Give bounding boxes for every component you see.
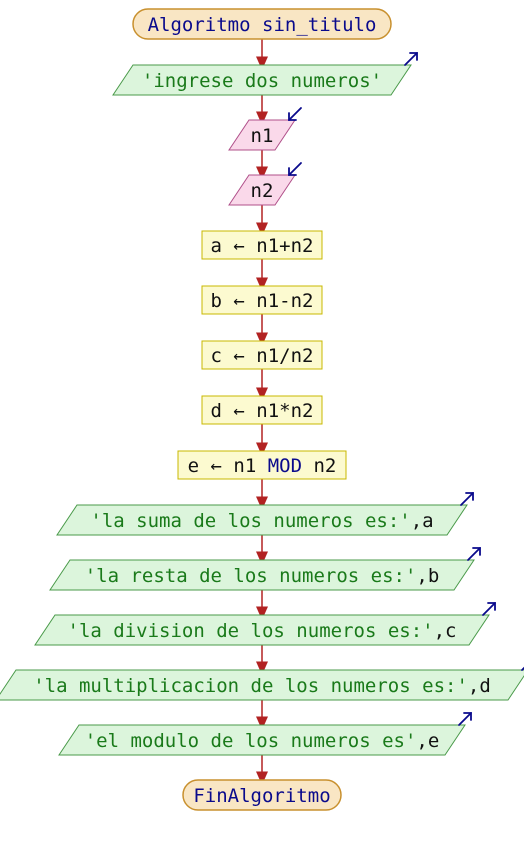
node-label: Algoritmo sin_titulo [148, 14, 377, 36]
node-out3: 'la resta de los numeros es:',b [49, 547, 481, 591]
node-group: Algoritmo sin_titulo 'ingrese dos numeros… [0, 8, 524, 811]
label-segment: d ← n1*n2 [211, 400, 314, 422]
label-segment: MOD [268, 455, 302, 477]
label-segment: 'la multiplicacion de los numeros es:' [33, 675, 468, 697]
node-label: a ← n1+n2 [211, 235, 314, 257]
label-segment: 'la resta de los numeros es:' [85, 565, 417, 587]
node-out2: 'la suma de los numeros es:',a [56, 492, 474, 536]
node-in1: n1 [228, 107, 302, 151]
label-segment: b ← n1-n2 [211, 290, 314, 312]
label-segment: 'la suma de los numeros es:' [90, 510, 410, 532]
flowchart: Algoritmo sin_titulo 'ingrese dos numeros… [0, 8, 524, 811]
node-end: FinAlgoritmo [182, 779, 342, 811]
node-p2: b ← n1-n2 [201, 285, 323, 315]
node-out1: 'ingrese dos numeros' [112, 52, 418, 96]
label-segment: 'la division de los numeros es:' [68, 620, 434, 642]
label-segment: a ← n1+n2 [211, 235, 314, 257]
label-segment: FinAlgoritmo [193, 785, 330, 807]
label-segment: n2 [251, 180, 274, 202]
label-segment: ,e [416, 730, 439, 752]
node-p1: a ← n1+n2 [201, 230, 323, 260]
node-label: 'la suma de los numeros es:',a [90, 510, 433, 532]
node-label: n2 [251, 180, 274, 202]
label-segment: n1 [251, 125, 274, 147]
node-p3: c ← n1/n2 [201, 340, 323, 370]
label-segment: c ← n1/n2 [211, 345, 314, 367]
node-in2: n2 [228, 162, 302, 206]
node-label: d ← n1*n2 [211, 400, 314, 422]
node-start: Algoritmo sin_titulo [132, 8, 392, 40]
input-arrow-icon [288, 162, 302, 176]
node-label: 'la division de los numeros es:',c [68, 620, 457, 642]
node-p5: e ← n1 MOD n2 [177, 450, 347, 480]
label-segment: Algoritmo sin_titulo [148, 14, 377, 36]
node-label: 'el modulo de los numeros es',e [85, 730, 440, 752]
output-arrow-icon [458, 712, 472, 726]
node-p4: d ← n1*n2 [201, 395, 323, 425]
node-label: c ← n1/n2 [211, 345, 314, 367]
node-label: b ← n1-n2 [211, 290, 314, 312]
label-segment: e ← n1 [188, 455, 268, 477]
label-segment: n2 [302, 455, 336, 477]
node-label: e ← n1 MOD n2 [188, 455, 337, 477]
label-segment: ,d [468, 675, 491, 697]
node-label: 'ingrese dos numeros' [142, 70, 382, 92]
node-out6: 'el modulo de los numeros es',e [58, 712, 472, 756]
node-label: 'la multiplicacion de los numeros es:',d [33, 675, 491, 697]
node-label: FinAlgoritmo [193, 785, 330, 807]
label-segment: 'el modulo de los numeros es' [85, 730, 417, 752]
node-out4: 'la division de los numeros es:',c [34, 602, 496, 646]
input-arrow-icon [288, 107, 302, 121]
output-arrow-icon [404, 52, 418, 66]
label-segment: ,a [411, 510, 434, 532]
label-segment: 'ingrese dos numeros' [142, 70, 382, 92]
output-arrow-icon [482, 602, 496, 616]
label-segment: ,b [416, 565, 439, 587]
label-segment: ,c [434, 620, 457, 642]
node-label: 'la resta de los numeros es:',b [85, 565, 440, 587]
node-label: n1 [251, 125, 274, 147]
output-arrow-icon [460, 492, 474, 506]
output-arrow-icon [467, 547, 481, 561]
